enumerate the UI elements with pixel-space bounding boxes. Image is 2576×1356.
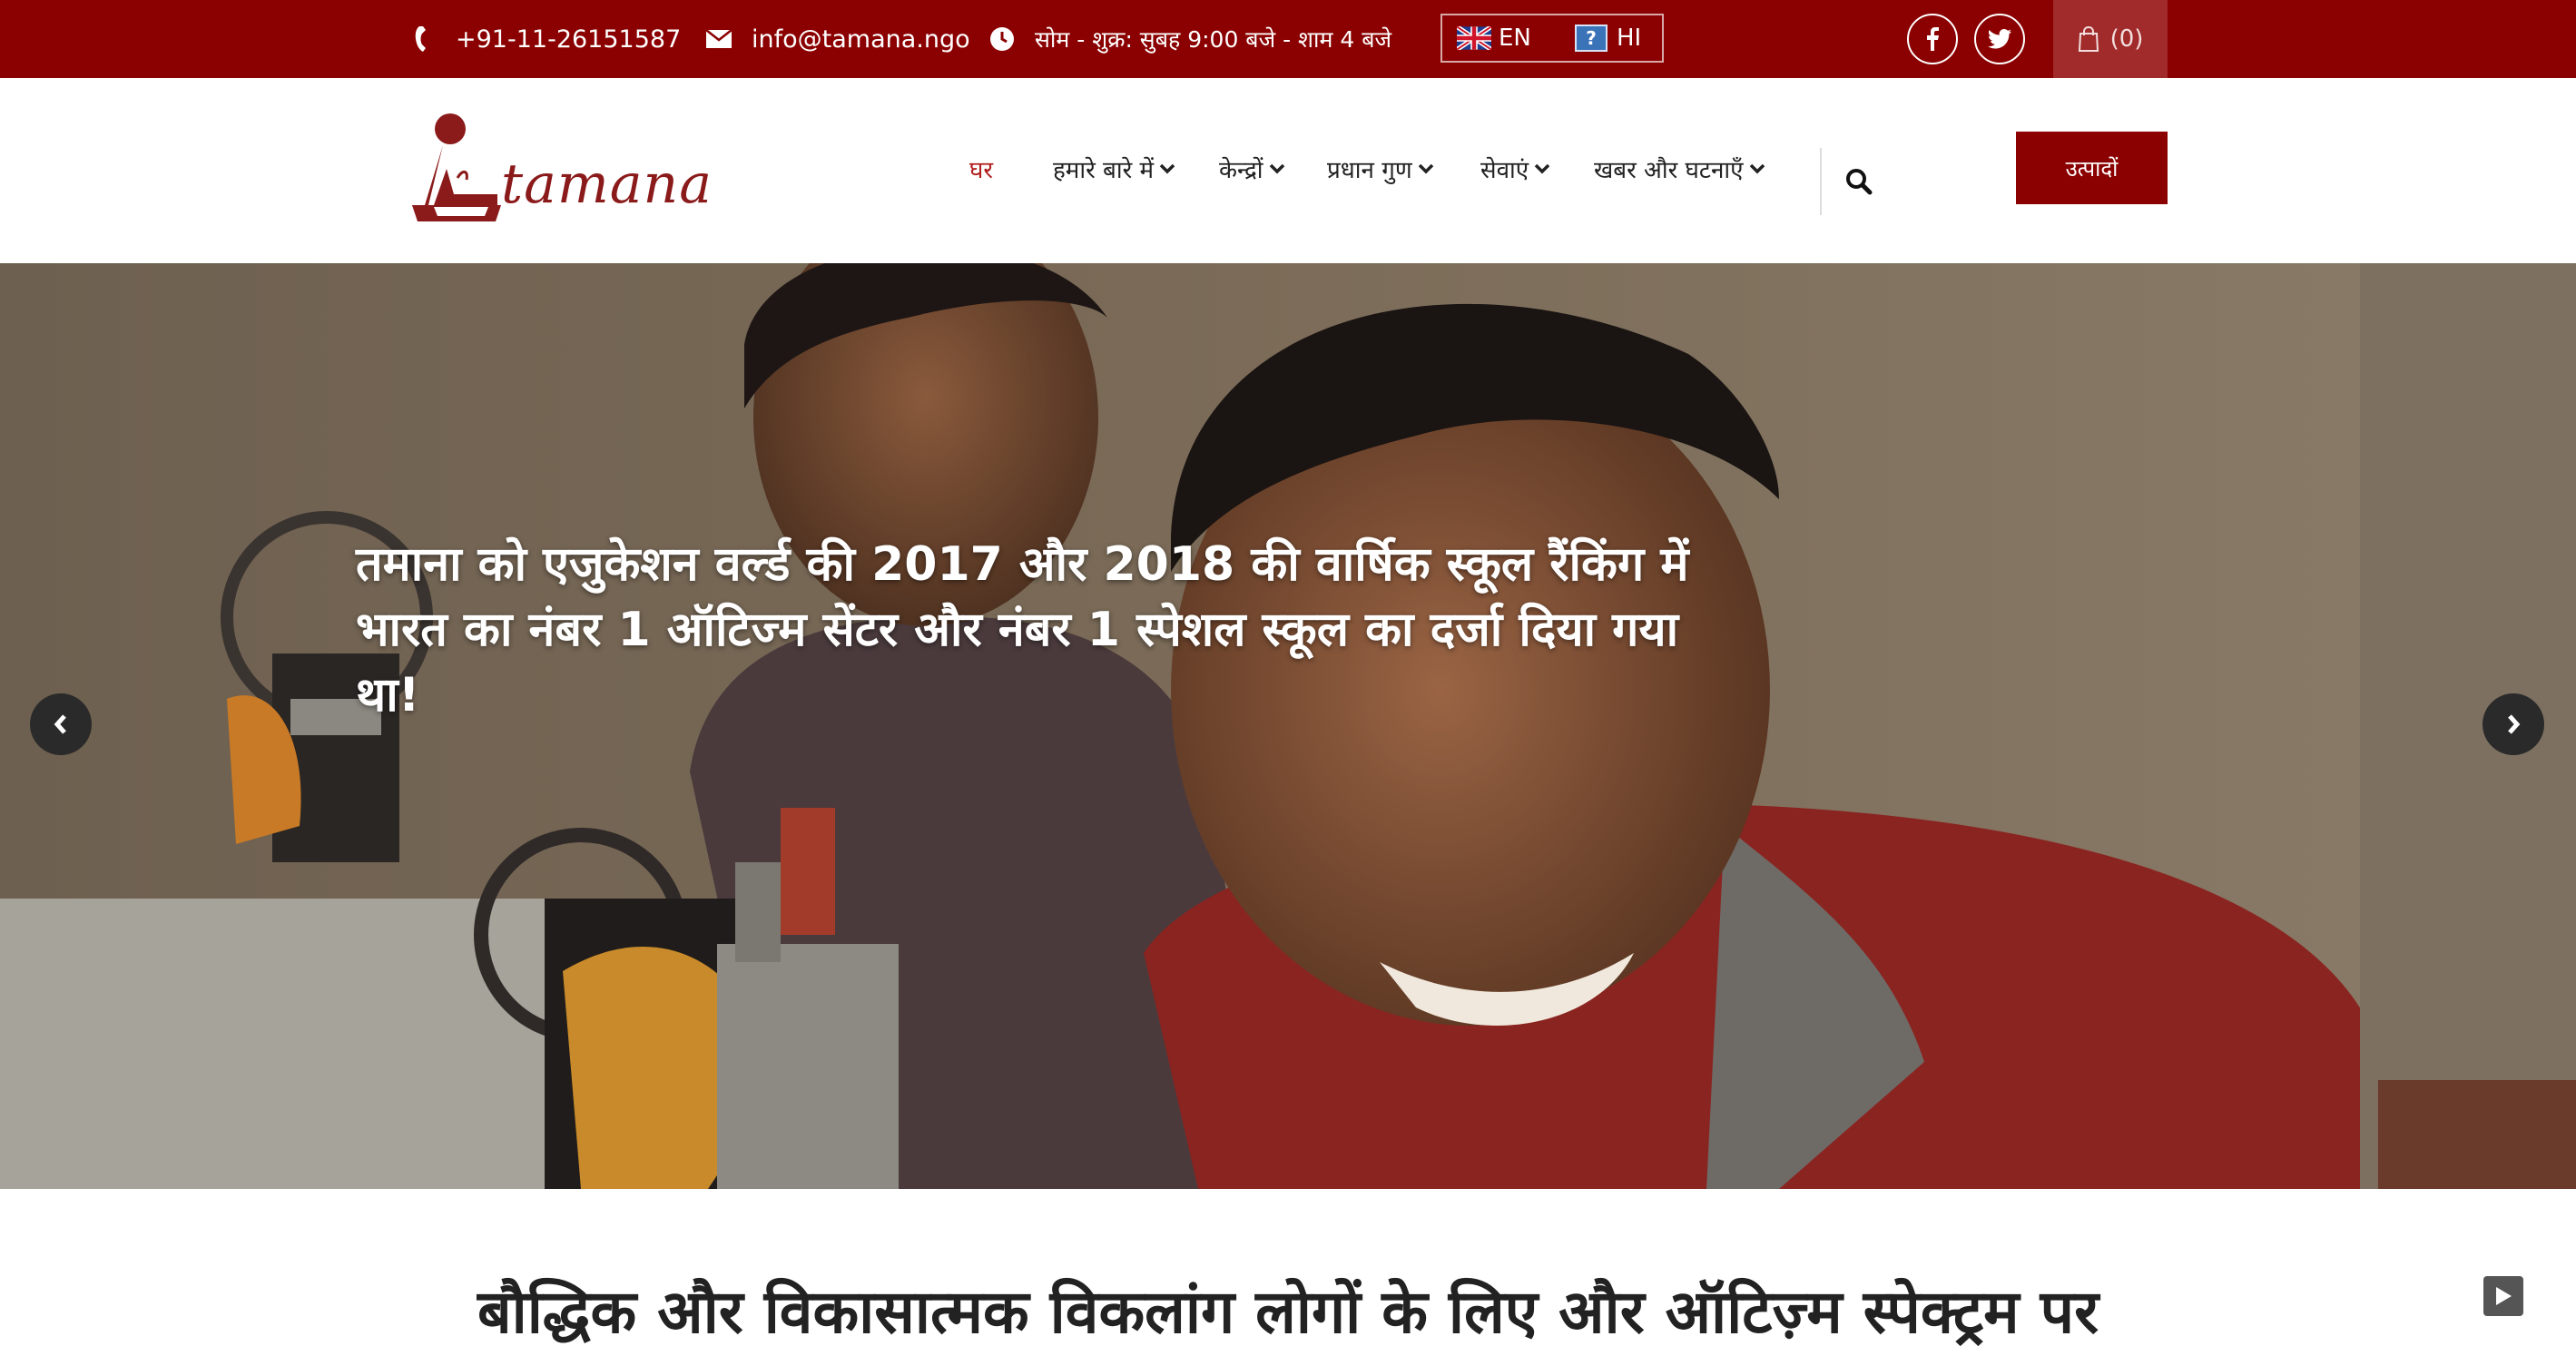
tamana-logo[interactable]: tamana <box>407 105 712 232</box>
slider-prev-button[interactable] <box>30 693 92 755</box>
chevron-down-icon <box>1159 163 1175 174</box>
chevron-down-icon <box>1269 163 1284 174</box>
chevron-left-icon <box>54 714 66 734</box>
nav-divider <box>1820 148 1822 215</box>
site-header: tamana घर हमारे बारे में केन्द्रों प्रधा… <box>0 78 2576 263</box>
clock-icon <box>989 26 1015 52</box>
email-address: info@tamana.ngo <box>752 25 970 54</box>
cart-count: (0) <box>2109 25 2144 53</box>
products-button[interactable]: उत्पादों <box>2016 132 2168 204</box>
nav-home[interactable]: घर <box>969 152 993 185</box>
hours-text: सोम - शुक्र: सुबह 9:00 बजे - शाम 4 बजे <box>1035 26 1392 53</box>
twitter-button[interactable] <box>1974 14 2025 64</box>
envelope-icon <box>706 26 732 52</box>
cart-button[interactable]: (0) <box>2053 0 2168 78</box>
hero-caption-line-1: तमाना को एजुकेशन वर्ल्ड की 2017 और 2018 … <box>356 537 1689 592</box>
phone-contact[interactable]: +91-11-26151587 <box>410 0 681 78</box>
hero-caption-line-2: भारत का नंबर 1 ऑटिज्म सेंटर और नंबर 1 स्… <box>356 603 1679 657</box>
nav-highlights-label: प्रधान गुण <box>1327 157 1412 184</box>
nav-services[interactable]: सेवाएं <box>1480 152 1550 185</box>
hero-caption: तमाना को एजुकेशन वर्ल्ड की 2017 और 2018 … <box>356 532 1735 728</box>
phone-icon <box>410 26 436 52</box>
search-icon <box>1846 169 1873 195</box>
nav-services-label: सेवाएं <box>1480 157 1529 184</box>
logo-figure-icon <box>412 113 501 221</box>
chevron-down-icon <box>1534 163 1550 174</box>
language-switcher: EN ? HI <box>1440 14 1664 63</box>
hero-caption-line-3: था! <box>356 668 420 722</box>
main-heading: बौद्धिक और विकासात्मक विकलांग लोगों के ल… <box>477 1277 2099 1347</box>
language-hi[interactable]: ? HI <box>1560 15 1641 61</box>
facebook-button[interactable] <box>1907 14 1958 64</box>
chevron-down-icon <box>1418 163 1433 174</box>
nav-news-events-label: खबर और घटनाएँ <box>1594 157 1744 184</box>
chevron-right-icon <box>2508 714 2521 734</box>
slider-next-button[interactable] <box>2483 693 2544 755</box>
email-contact[interactable]: info@tamana.ngo <box>706 0 970 78</box>
facebook-icon <box>1927 27 1939 51</box>
nav-highlights[interactable]: प्रधान गुण <box>1327 152 1434 185</box>
twitter-icon <box>1988 29 2011 49</box>
language-hi-label: HI <box>1617 25 1642 52</box>
uk-flag-icon <box>1457 26 1491 50</box>
nav-about[interactable]: हमारे बारे में <box>1053 152 1175 185</box>
chevron-down-icon <box>1749 163 1765 174</box>
office-hours: सोम - शुक्र: सुबह 9:00 बजे - शाम 4 बजे <box>989 0 1391 78</box>
nav-centres-label: केन्द्रों <box>1219 157 1263 184</box>
nav-news-events[interactable]: खबर और घटनाएँ <box>1594 152 1765 185</box>
hero-slider: तमाना को एजुकेशन वर्ल्ड की 2017 और 2018 … <box>0 263 2576 1189</box>
logo-text: tamana <box>501 152 713 216</box>
video-play-button[interactable] <box>2483 1276 2523 1316</box>
search-button[interactable] <box>1843 165 1875 198</box>
play-icon <box>2496 1287 2512 1305</box>
nav-centres[interactable]: केन्द्रों <box>1219 152 1285 185</box>
phone-number: +91-11-26151587 <box>456 25 682 54</box>
language-en-label: EN <box>1499 25 1531 52</box>
nav-about-label: हमारे बारे में <box>1053 157 1155 184</box>
top-bar: +91-11-26151587 info@tamana.ngo सोम - शु… <box>0 0 2576 78</box>
question-flag-icon: ? <box>1575 25 1608 52</box>
nav-home-label: घर <box>969 157 994 184</box>
language-en[interactable]: EN <box>1442 15 1560 61</box>
shopping-bag-icon <box>2078 26 2099 52</box>
